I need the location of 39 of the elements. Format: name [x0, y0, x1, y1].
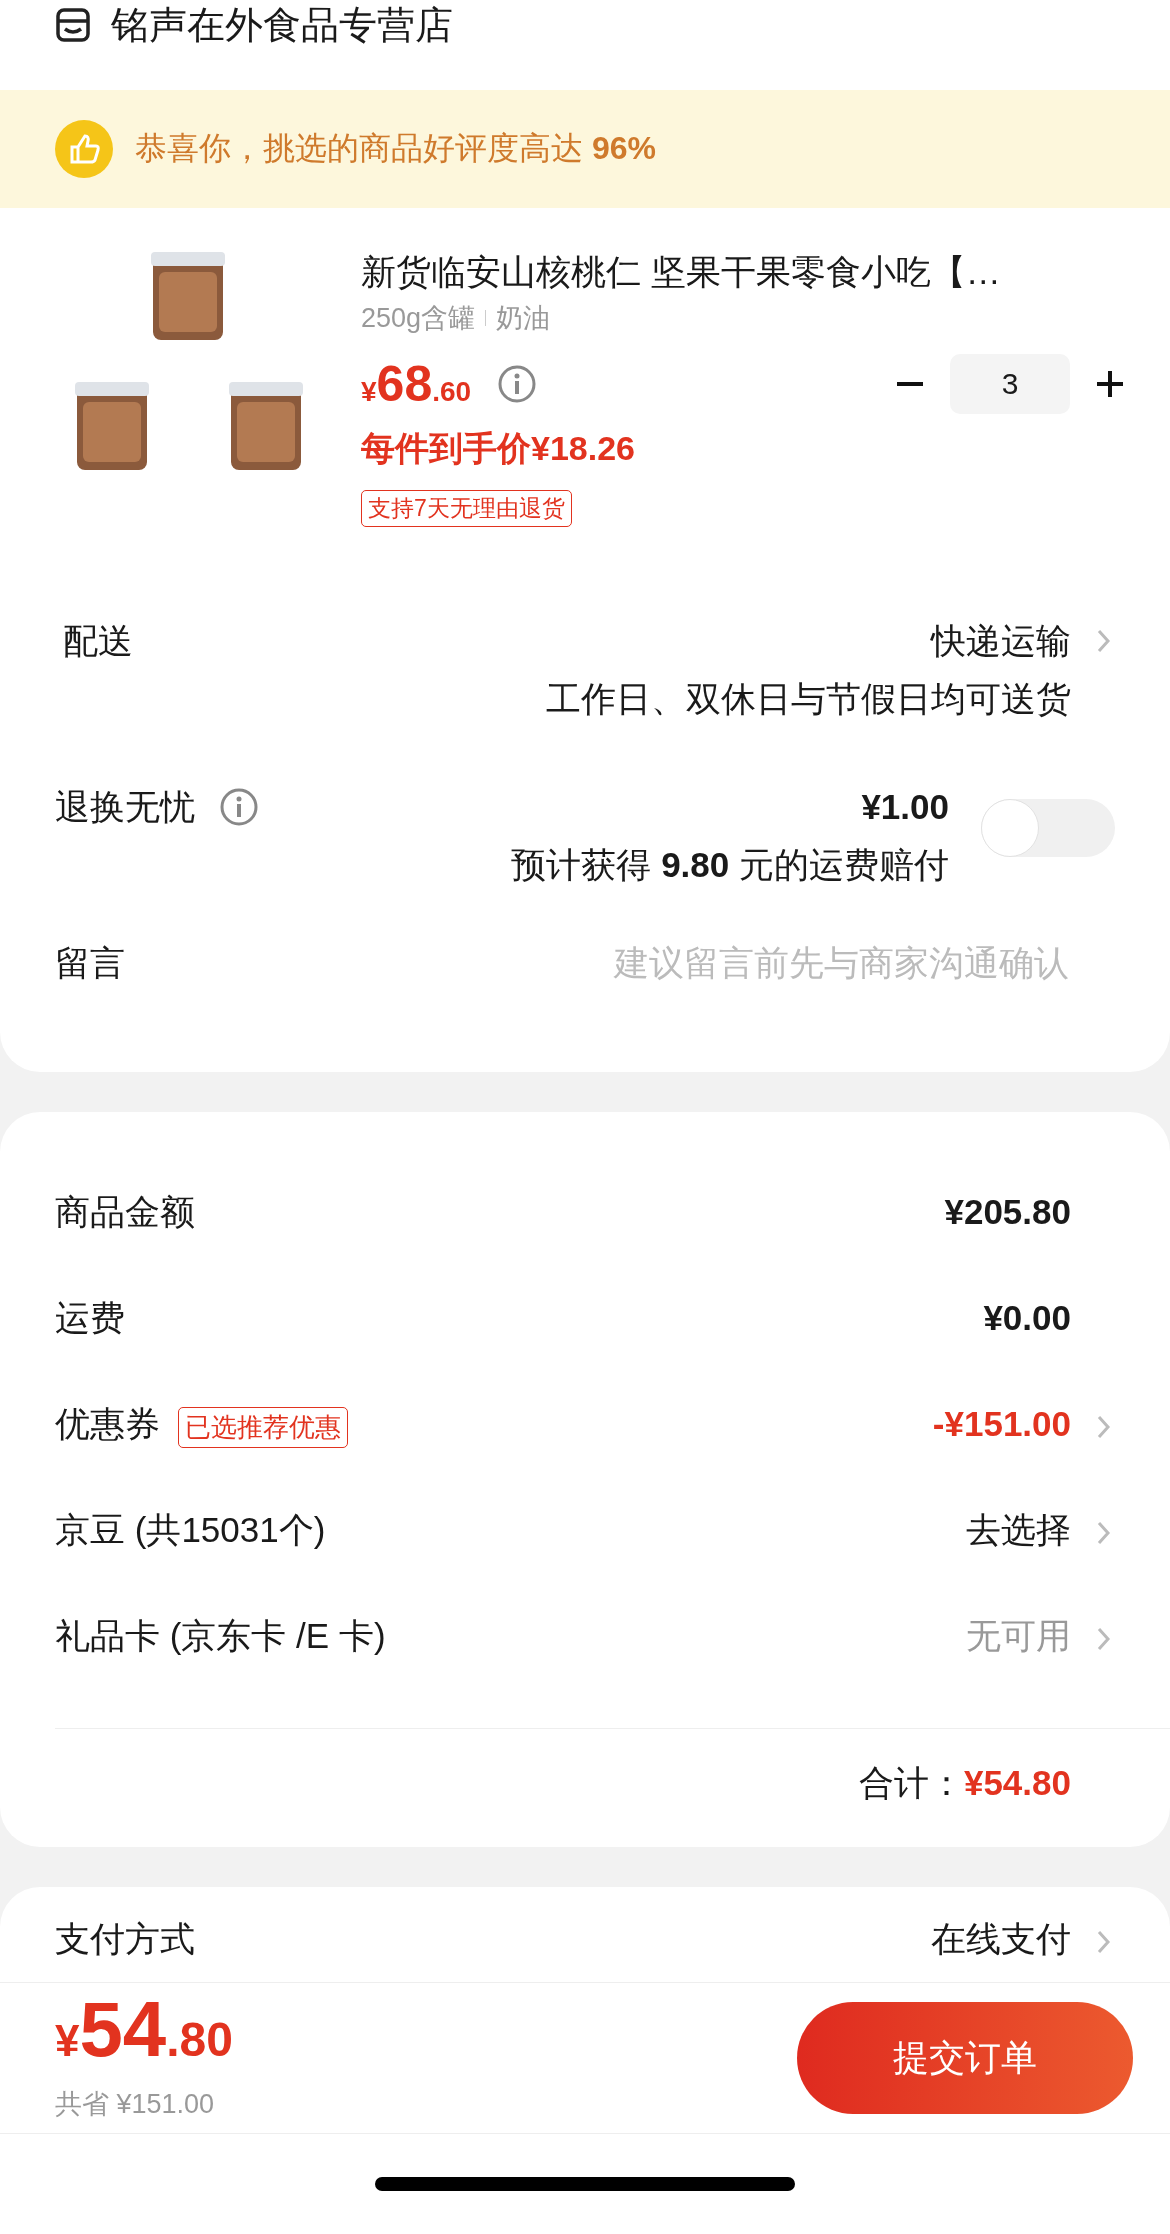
product-spec: 奶油 [496, 302, 551, 335]
payment-method[interactable]: 在线支付 [931, 1915, 1071, 1963]
footer-total: ¥54.80 [55, 1994, 233, 2075]
quantity-field[interactable]: 3 [950, 354, 1070, 414]
return-insurance-label: 退换无忧 [55, 786, 195, 828]
product-title[interactable]: 新货临安山核桃仁 坚果干果零食小吃【… [361, 248, 1130, 296]
product-spec: 250g含罐 [361, 302, 476, 335]
summary-value[interactable]: 去选择 [966, 1506, 1071, 1554]
summary-label: 运费 [55, 1297, 125, 1339]
delivery-note: 工作日、双休日与节假日均可送货 [546, 678, 1071, 720]
delivery-method[interactable]: 快递运输 [931, 617, 1071, 665]
info-icon[interactable] [219, 787, 259, 827]
delivery-label: 配送 [63, 620, 133, 662]
store-name[interactable]: 铭声在外食品专营店 [111, 0, 453, 50]
plus-icon[interactable] [1097, 371, 1123, 397]
summary-label: 优惠券 [55, 1403, 160, 1445]
info-icon[interactable] [497, 364, 538, 404]
rating-text: 恭喜你，挑选的商品好评度高达 96% [135, 129, 656, 168]
thumbs-up-icon [55, 120, 113, 178]
total-value: ¥54.80 [963, 1762, 1071, 1804]
total-label: 合计： [858, 1762, 964, 1804]
summary-value: ¥0.00 [983, 1297, 1071, 1339]
insurance-note: 预计获得 9.80 元的运费赔付 [511, 844, 949, 886]
summary-label: 商品金额 [55, 1191, 195, 1233]
store-icon [55, 7, 91, 43]
insurance-price: ¥1.00 [861, 786, 949, 828]
submit-order-button[interactable]: 提交订单 [797, 2002, 1133, 2114]
product-price: ¥68.60 [361, 355, 472, 413]
payment-label: 支付方式 [55, 1918, 195, 1960]
return-policy-tag: 支持7天无理由退货 [361, 490, 572, 527]
message-label: 留言 [55, 942, 125, 984]
summary-label: 京豆 (共15031个) [55, 1509, 326, 1551]
summary-value[interactable]: -¥151.00 [932, 1400, 1071, 1448]
message-field[interactable]: 建议留言前先与商家沟通确认 [367, 942, 1071, 984]
summary-value: ¥205.80 [944, 1191, 1071, 1233]
coupon-badge: 已选推荐优惠 [178, 1406, 348, 1448]
summary-label: 礼品卡 (京东卡 /E 卡) [55, 1615, 386, 1657]
savings-text: 共省 ¥151.00 [55, 2088, 216, 2121]
unit-price: 每件到手价¥18.26 [361, 428, 636, 469]
